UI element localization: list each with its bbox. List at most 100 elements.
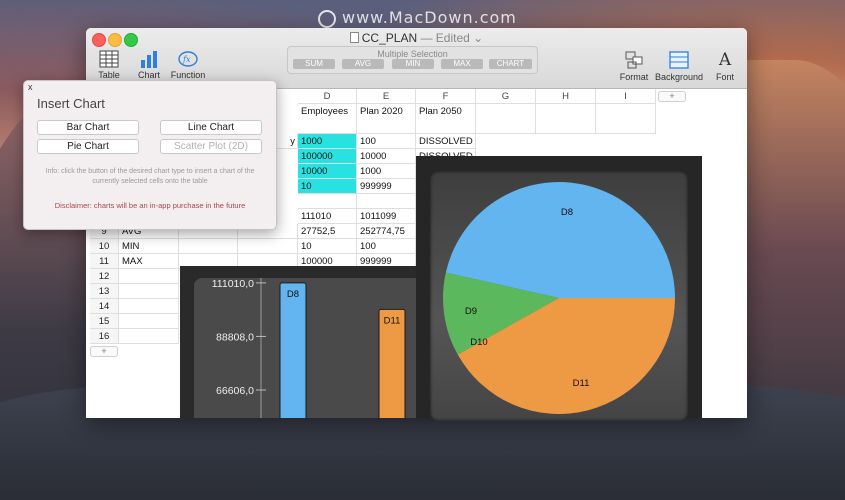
cell-h-header[interactable] [536,104,596,134]
cell-b-max[interactable]: MAX [119,254,179,269]
format-icon [625,51,643,69]
column-header-i[interactable]: I [596,89,656,104]
bar-chart-button[interactable]: Bar Chart [37,120,139,135]
close-popover-icon[interactable]: x [28,82,33,92]
cell-b-13[interactable] [119,284,179,299]
bar-chart: 111010,0 88808,0 66606,0 D8 D11 [194,278,418,418]
multiple-selection-caption: Multiple Selection [377,49,448,59]
cell-c-min-b[interactable] [238,239,298,254]
cell-d-5[interactable] [298,194,357,209]
cell-d-3[interactable]: 10000 [298,164,357,179]
cell-c-min-a[interactable] [179,239,238,254]
cell-d-min[interactable]: 10 [298,239,357,254]
background-button[interactable]: Background [654,50,704,82]
min-button[interactable]: MIN [392,59,434,69]
pie-label-d9: D9 [465,306,477,317]
cell-b-14[interactable] [119,299,179,314]
pie-label-d8: D8 [561,207,573,218]
format-button-label: Format [619,72,649,82]
chart-button[interactable]: Chart [136,50,162,80]
cell-d-header[interactable]: Employees [298,104,357,134]
cell-e-4[interactable]: 999999 [357,179,416,194]
chart-selection-button[interactable]: CHART [489,59,532,69]
chart-button-label: Chart [137,70,160,80]
watermark-logo-icon [318,9,336,28]
cell-i-header[interactable] [596,104,656,134]
add-row-button[interactable]: + [90,346,118,357]
max-button[interactable]: MAX [441,59,483,69]
cell-g-header[interactable] [476,104,536,134]
cell-e-min[interactable]: 100 [357,239,416,254]
column-header-f[interactable]: F [416,89,476,104]
row-number-11[interactable]: 11 [90,254,119,269]
column-header-h[interactable]: H [536,89,596,104]
document-icon [349,32,359,43]
bar-y-tick-label: 111010,0 [212,278,254,290]
row-number-12[interactable]: 12 [90,269,119,284]
row-number-10[interactable]: 10 [90,239,119,254]
cell-d-4[interactable]: 10 [298,179,357,194]
function-button[interactable]: fx Function [170,50,206,80]
popover-title: Insert Chart [37,96,105,111]
cell-d-2[interactable]: 100000 [298,149,357,164]
cell-d-avg[interactable]: 27752,5 [298,224,357,239]
function-button-label: Function [170,70,206,80]
popover-info-text: Info: click the button of the desired ch… [45,168,255,185]
table-button[interactable]: Table [96,50,122,80]
sum-button[interactable]: SUM [293,59,335,69]
cell-b-15[interactable] [119,314,179,329]
bar-d8 [279,282,307,418]
watermark: www.MacDown.com [318,8,517,28]
cell-e-header[interactable]: Plan 2020 [357,104,416,134]
row-number-13[interactable]: 13 [90,284,119,299]
font-button[interactable]: A Font [712,50,738,82]
cell-e-3[interactable]: 1000 [357,164,416,179]
watermark-text: www.MacDown.com [342,8,517,27]
cell-e-5[interactable] [357,194,416,209]
column-header-e[interactable]: E [357,89,416,104]
cell-d-sum[interactable]: 111010 [298,209,357,224]
background-button-label: Background [654,72,704,82]
line-chart-button[interactable]: Line Chart [160,120,262,135]
avg-button[interactable]: AVG [342,59,384,69]
pie-chart-panel[interactable]: D8 D9 D10 D11 [416,156,702,421]
function-icon: fx [178,51,198,67]
scatter-plot-button: Scatter Plot (2D) [160,139,262,154]
background-icon [669,51,689,69]
document-title: CC_PLAN — Edited ⌄ [86,31,747,45]
cell-b-16[interactable] [119,329,179,344]
pie-label-d10: D10 [470,337,487,348]
insert-chart-popover: x Insert Chart Bar Chart Line Chart Pie … [23,80,277,230]
bar-chart-panel[interactable]: 111010,0 88808,0 66606,0 D8 D11 [180,266,418,418]
row-number-14[interactable]: 14 [90,299,119,314]
row-number-16[interactable]: 16 [90,329,119,344]
table-button-label: Table [98,70,120,80]
cell-e-2[interactable]: 10000 [357,149,416,164]
cell-b-12[interactable] [119,269,179,284]
column-header-d[interactable]: D [298,89,357,104]
cell-e-avg[interactable]: 252774,75 [357,224,416,239]
cell-f-header[interactable]: Plan 2050 [416,104,476,134]
pie-chart-button[interactable]: Pie Chart [37,139,139,154]
add-column-button[interactable]: + [658,91,686,102]
popover-disclaimer: Disclaimer: charts will be an in-app pur… [54,201,246,210]
font-button-label: Font [715,72,734,82]
bar-label-d8: D8 [287,289,299,300]
chart-icon [141,51,157,68]
format-button[interactable]: Format [619,50,649,82]
cell-e-1[interactable]: 100 [357,134,416,149]
cell-e-sum[interactable]: 1011099 [357,209,416,224]
pie-chart: D8 D9 D10 D11 [443,182,675,414]
edited-status[interactable]: — Edited ⌄ [420,31,483,45]
cell-f-1[interactable]: DISSOLVED [416,134,476,149]
svg-text:fx: fx [182,55,191,64]
bar-y-tick-label: 66606,0 [216,385,254,397]
table-icon [99,50,119,68]
bar-y-tick-label: 88808,0 [216,331,254,343]
cell-b-min[interactable]: MIN [119,239,179,254]
column-header-g[interactable]: G [476,89,536,104]
row-number-15[interactable]: 15 [90,314,119,329]
cell-d-1[interactable]: 1000 [298,134,357,149]
font-icon: A [718,50,732,70]
multiple-selection-bar: Multiple Selection SUM AVG MIN MAX CHART [287,46,538,74]
